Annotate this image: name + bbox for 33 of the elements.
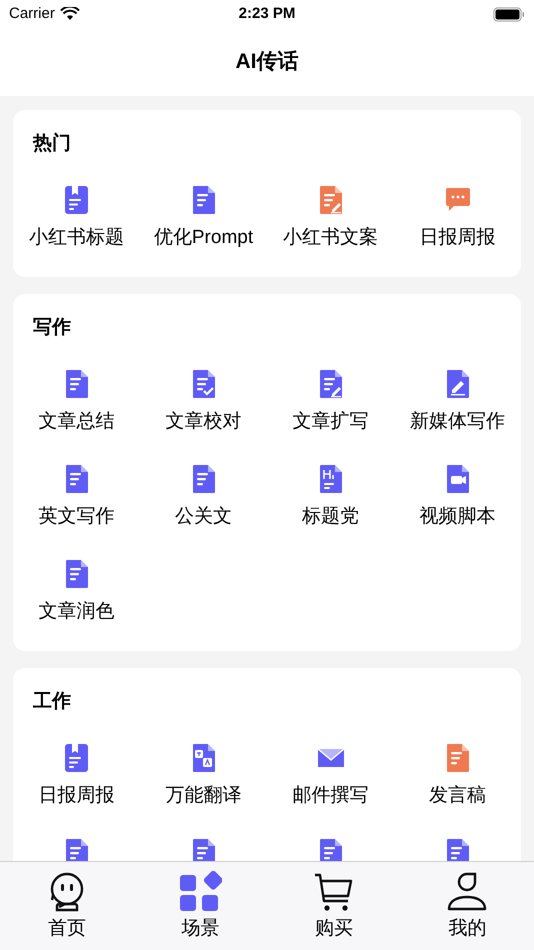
battery-icon [493,6,525,22]
cart-icon [312,871,355,913]
tab-item[interactable]: 我的 [400,862,534,950]
tool-label[interactable]: 优化Prompt [154,226,254,250]
status-time: 2:23 PM [238,4,296,24]
tool-label[interactable]: 发言稿 [429,784,486,808]
tool-label[interactable]: 文章润色 [38,600,114,624]
wifi-icon [60,7,80,21]
tab-item[interactable]: 首页 [0,862,134,950]
page-title: AI传话 [236,49,298,76]
tool-label[interactable]: 视频脚本 [420,505,496,529]
grid-icon [178,871,222,913]
tool-label[interactable]: 公关文 [175,505,232,529]
robot-icon [48,871,85,913]
tool-label[interactable]: 英文写作 [38,505,114,529]
tool-label[interactable]: 文章校对 [166,410,242,434]
tab-item[interactable]: 购买 [267,862,400,950]
section-title: 工作 [32,691,72,713]
person-icon [446,871,488,913]
tab-item[interactable]: 场景 [134,862,267,950]
tool-label[interactable]: 小红书文案 [283,226,378,250]
tool-label[interactable]: 新媒体写作 [410,410,505,434]
tool-label[interactable]: 日报周报 [420,226,496,250]
section-title: 热门 [32,133,72,155]
carrier-label: Carrier [9,4,55,24]
tool-label[interactable]: 文章扩写 [292,410,368,434]
tool-label[interactable]: 日报周报 [38,784,114,808]
tool-label[interactable]: 邮件撰写 [292,784,368,808]
tool-label[interactable]: 小红书标题 [29,226,124,250]
section-title: 写作 [32,317,72,339]
tool-label[interactable]: 万能翻译 [166,784,242,808]
tool-label[interactable]: 标题党 [302,505,359,529]
tool-label[interactable]: 文章总结 [38,410,114,434]
